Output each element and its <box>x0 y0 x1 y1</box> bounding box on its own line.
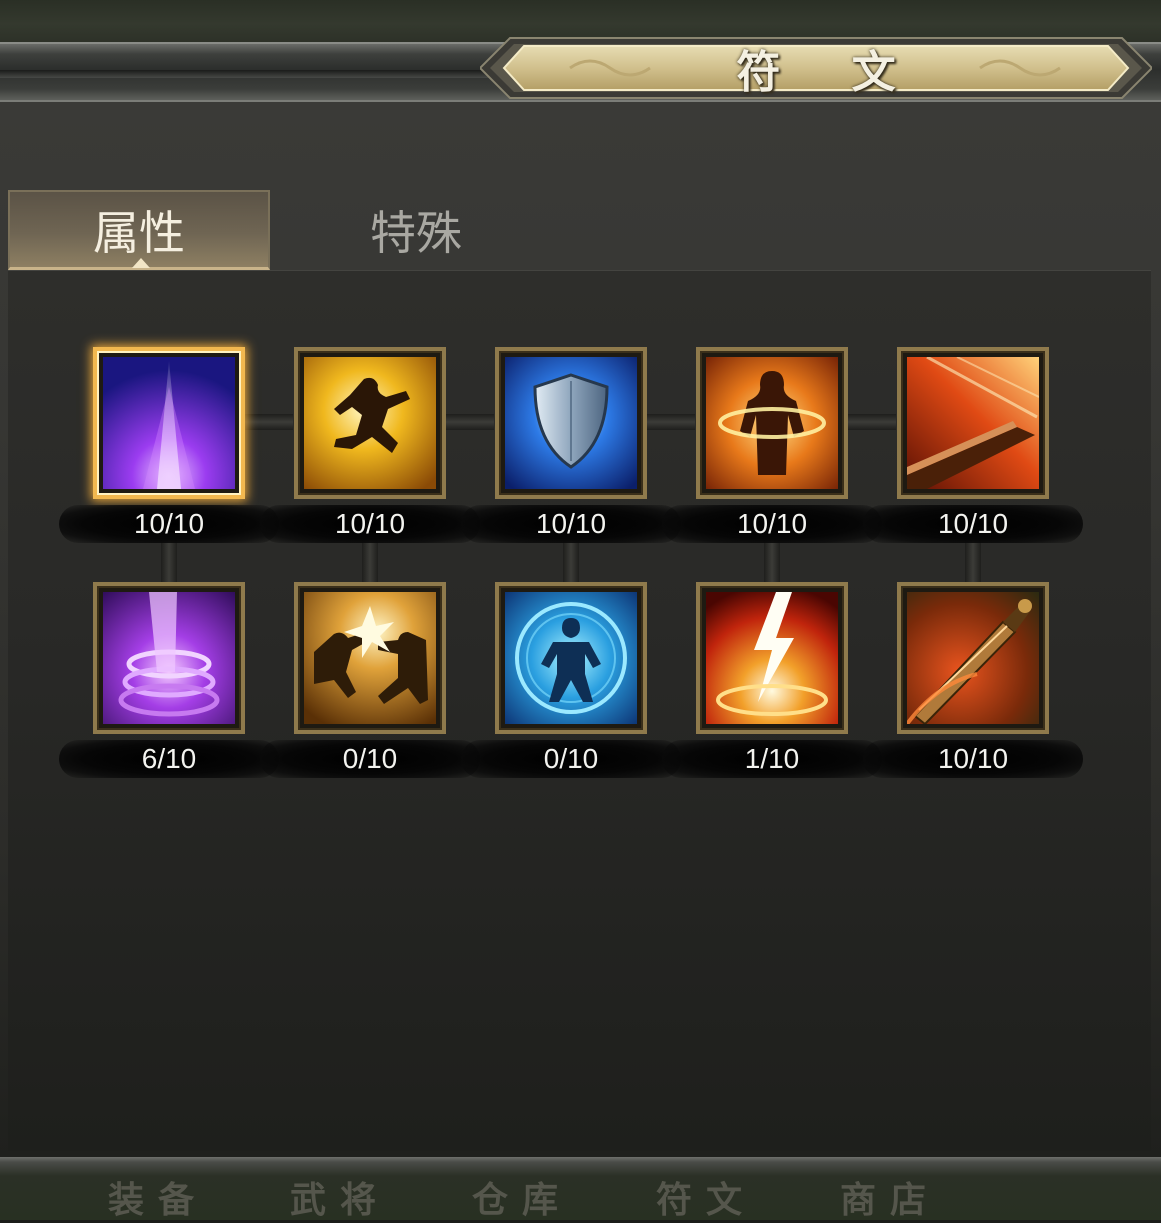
nav-shop[interactable]: 商店 <box>840 1171 940 1221</box>
flaming-sword-icon <box>907 592 1039 724</box>
active-tab-indicator <box>132 258 150 268</box>
rune-level: 10/10 <box>662 505 882 543</box>
tab-attributes[interactable]: 属性 <box>8 190 270 270</box>
rune-slot[interactable]: 0/10 <box>461 582 681 782</box>
rune-icon-frame <box>93 582 245 734</box>
rune-slot[interactable]: 6/10 <box>59 582 279 782</box>
title-plate: 符 文 <box>480 34 1152 102</box>
tab-special-label: 特殊 <box>370 206 462 260</box>
rune-slot[interactable]: 10/10 <box>260 347 480 547</box>
purple-light-beam-icon <box>103 357 235 489</box>
rune-connector <box>446 414 494 430</box>
rune-level: 10/10 <box>461 505 681 543</box>
rune-icon-frame <box>294 347 446 499</box>
rune-level: 10/10 <box>863 740 1083 778</box>
rune-icon-frame <box>294 582 446 734</box>
page-title: 符 文 <box>736 47 924 98</box>
bottom-nav: 装备 武将 仓库 符文 商店 <box>0 1157 1161 1221</box>
rune-level: 6/10 <box>59 740 279 778</box>
rune-slot[interactable]: 1/10 <box>662 582 882 782</box>
rune-slot[interactable]: 0/10 <box>260 582 480 782</box>
tab-special[interactable]: 特殊 <box>286 190 546 270</box>
leaping-warrior-icon <box>304 357 436 489</box>
rune-icon-frame <box>495 582 647 734</box>
rune-level: 10/10 <box>863 505 1083 543</box>
nav-runes[interactable]: 符文 <box>656 1171 756 1221</box>
rune-slot[interactable]: 10/10 <box>863 582 1083 782</box>
rune-level: 0/10 <box>260 740 480 778</box>
flaming-blade-edge-icon <box>907 357 1039 489</box>
tab-attributes-label: 属性 <box>93 205 185 260</box>
rune-icon-frame <box>696 347 848 499</box>
blue-energy-warrior-icon <box>505 592 637 724</box>
rune-slot[interactable]: 10/10 <box>662 347 882 547</box>
nav-generals[interactable]: 武将 <box>290 1171 390 1221</box>
dual-strike-icon <box>304 592 436 724</box>
rune-slot[interactable]: 10/10 <box>863 347 1083 547</box>
rune-level: 10/10 <box>59 505 279 543</box>
blue-shield-icon <box>505 357 637 489</box>
rune-connector <box>245 414 293 430</box>
rune-connector <box>848 414 896 430</box>
rune-level: 10/10 <box>260 505 480 543</box>
lightning-strike-icon <box>706 592 838 724</box>
rune-slot[interactable]: 10/10 <box>59 347 279 547</box>
purple-vortex-icon <box>103 592 235 724</box>
rune-icon-frame <box>897 582 1049 734</box>
rune-connector <box>647 414 695 430</box>
fire-aura-body-icon <box>706 357 838 489</box>
rune-level: 1/10 <box>662 740 882 778</box>
rune-level: 0/10 <box>461 740 681 778</box>
rune-icon-frame <box>93 347 245 499</box>
rune-icon-frame <box>897 347 1049 499</box>
rune-icon-frame <box>696 582 848 734</box>
rune-slot[interactable]: 10/10 <box>461 347 681 547</box>
nav-warehouse[interactable]: 仓库 <box>472 1171 572 1221</box>
header-divider <box>0 70 510 78</box>
rune-icon-frame <box>495 347 647 499</box>
nav-equipment[interactable]: 装备 <box>108 1171 208 1221</box>
